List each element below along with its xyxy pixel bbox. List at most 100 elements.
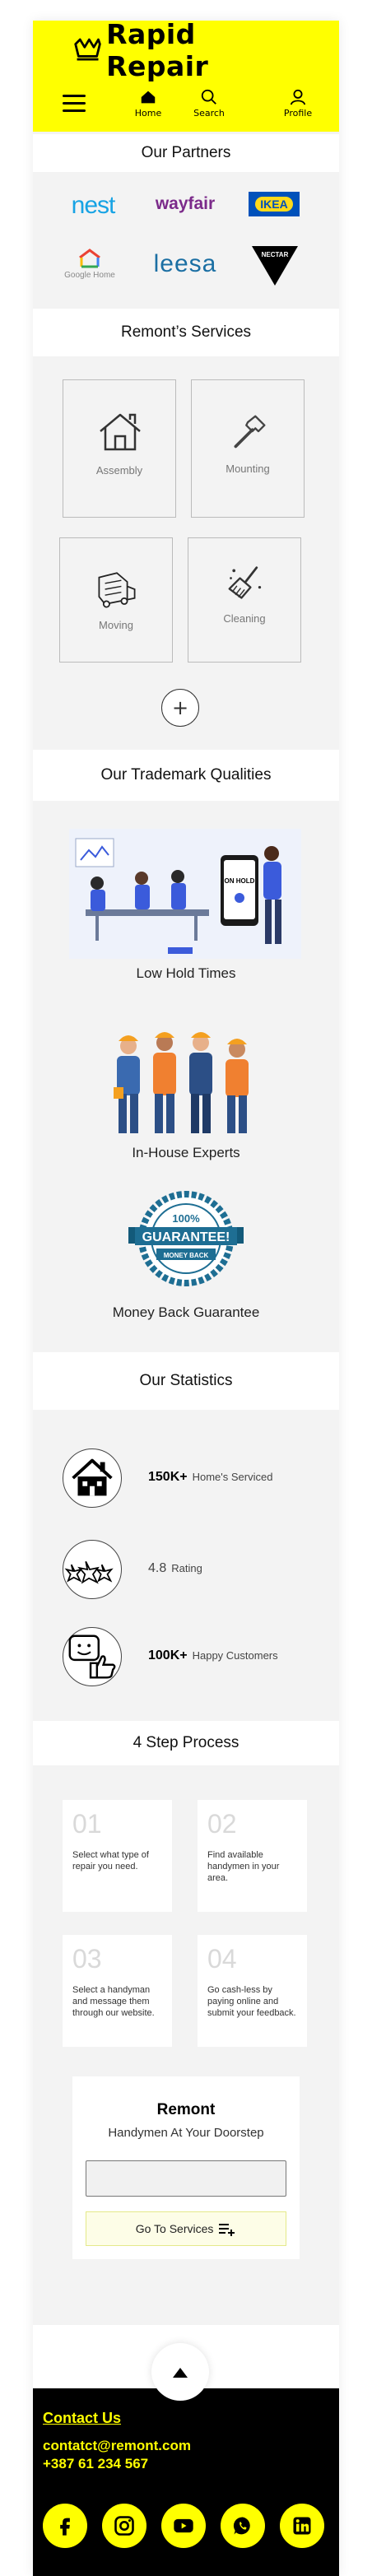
badge-main-text: GUARANTEE! [142,1230,230,1244]
step-description: Find available handymen in your area. [207,1850,280,1883]
service-label: Cleaning [223,612,266,625]
house-icon [100,413,141,451]
service-label: Assembly [95,464,143,477]
process-step: 02 Find available handymen in your area. [198,1800,307,1912]
arrow-up-icon [173,2368,188,2378]
partner-ikea-text: IKEA [255,197,293,212]
stat-icon-circle [63,1448,122,1508]
service-label: Mounting [226,463,270,475]
service-card-moving[interactable]: Moving [59,537,173,663]
step-description: Select what type of repair you need. [72,1850,149,1872]
scroll-to-top-button[interactable] [151,2343,209,2401]
facebook-button[interactable] [43,2504,87,2548]
cta-title: Remont [156,2101,216,2118]
profile-icon [290,89,306,105]
stat-text: 4.8 Rating [148,1561,202,1576]
nav-profile[interactable]: Profile [273,88,323,119]
menu-bar [63,102,86,105]
more-services-button[interactable]: + [161,689,199,727]
brand-logo[interactable]: Rapid Repair [72,18,303,82]
step-number: 04 [207,1944,237,1974]
nav-home-label: Home [134,108,162,119]
youtube-button[interactable] [161,2504,206,2548]
partner-logo-ikea[interactable]: IKEA [249,192,300,216]
partner-logo-nectar[interactable]: NECTAR [250,244,300,287]
quality-caption: In-House Experts [132,1145,240,1160]
stat-rating: 4.8 Rating [63,1540,326,1599]
service-card-cleaning[interactable]: Cleaning [188,537,301,663]
process-step: 04 Go cash-less by paying online and sub… [198,1935,307,2047]
stat-label: Happy Customers [192,1649,278,1662]
contact-email[interactable]: contatct@remont.com [43,2438,191,2454]
linkedin-icon [293,2517,311,2535]
partner-leesa-text: leesa [153,250,217,277]
go-to-services-label: Go To Services [135,2222,214,2235]
stat-label: Rating [171,1562,202,1574]
stat-icon-circle [63,1627,122,1686]
partner-google-home-text: Google Home [64,270,115,280]
step-number: 01 [72,1809,102,1839]
footer: Contact Us contatct@remont.com +387 61 2… [33,2388,339,2576]
step-number: 03 [72,1944,102,1974]
statistics-title: Our Statistics [33,1352,339,1410]
service-card-mounting[interactable]: Mounting [191,379,305,518]
step-description: Select a handyman and message them throu… [72,1985,155,2018]
service-card-assembly[interactable]: Assembly [63,379,176,518]
menu-bar [63,95,86,97]
partner-wayfair-text: wayfair [155,194,216,213]
brand-name: Rapid Repair [106,18,209,82]
low-hold-times-illustration: ON HOLD [69,829,301,959]
partner-logo-google-home[interactable]: Google Home [58,243,122,284]
moving-truck-icon [98,572,136,608]
cta-card: Remont Handymen At Your Doorstep Go To S… [72,2076,300,2259]
partner-logo-wayfair[interactable]: wayfair [148,188,222,221]
badge-top-text: 100% [172,1212,200,1225]
stat-text: 150K+ Home's Serviced [148,1470,272,1485]
service-label: Moving [99,619,133,631]
contact-title[interactable]: Contact Us [43,2410,121,2427]
whatsapp-button[interactable] [221,2504,265,2548]
google-home-icon [79,248,100,267]
partner-nest-text: nest [71,192,116,219]
stat-label: Home's Serviced [192,1471,273,1483]
house-icon [72,1458,113,1496]
instagram-button[interactable] [102,2504,146,2548]
on-hold-text: ON HOLD [225,877,255,885]
partner-logo-nest[interactable]: nest [64,189,122,222]
hammer-icon [234,415,266,449]
cta-subtitle: Handymen At Your Doorstep [108,2126,264,2140]
instagram-icon [114,2516,134,2536]
stat-text: 100K+ Happy Customers [148,1648,278,1663]
crown-icon [74,38,101,61]
badge-bottom-text: MONEY BACK [164,1252,209,1259]
contact-phone[interactable]: +387 61 234 567 [43,2456,148,2472]
stars-icon [64,1560,114,1584]
guarantee-badge-icon: 100% GUARANTEE! MONEY BACK [128,1191,244,1286]
process-title: 4 Step Process [33,1721,339,1765]
partner-nectar-text: NECTAR [261,251,289,258]
go-to-services-button[interactable]: Go To Services [86,2211,286,2246]
facebook-icon [60,2518,70,2536]
search-icon [201,89,216,105]
qualities-title: Our Trademark Qualities [33,750,339,801]
menu-button[interactable] [63,95,86,113]
nav-home[interactable]: Home [123,88,173,119]
stat-value: 100K+ [148,1648,188,1662]
nav-search-label: Search [193,108,225,119]
linkedin-button[interactable] [280,2504,324,2548]
services-title: Remont’s Services [33,309,339,356]
stat-icon-circle [63,1540,122,1599]
page-container: Rapid Repair Home Search Profile Our Par… [33,18,339,2576]
step-description: Go cash-less by paying online and submit… [207,1985,296,2018]
youtube-icon [174,2518,193,2533]
quality-caption: Money Back Guarantee [112,1304,260,1320]
partners-title: Our Partners [33,134,339,172]
menu-bar [63,109,86,112]
happy-customer-icon [68,1634,116,1679]
in-house-experts-illustration [114,1032,249,1133]
process-step: 03 Select a handyman and message them th… [63,1935,172,2047]
partner-logo-leesa[interactable]: leesa [148,248,222,281]
cta-input[interactable] [86,2160,286,2197]
nav-search[interactable]: Search [184,88,234,119]
process-step: 01 Select what type of repair you need. [63,1800,172,1912]
